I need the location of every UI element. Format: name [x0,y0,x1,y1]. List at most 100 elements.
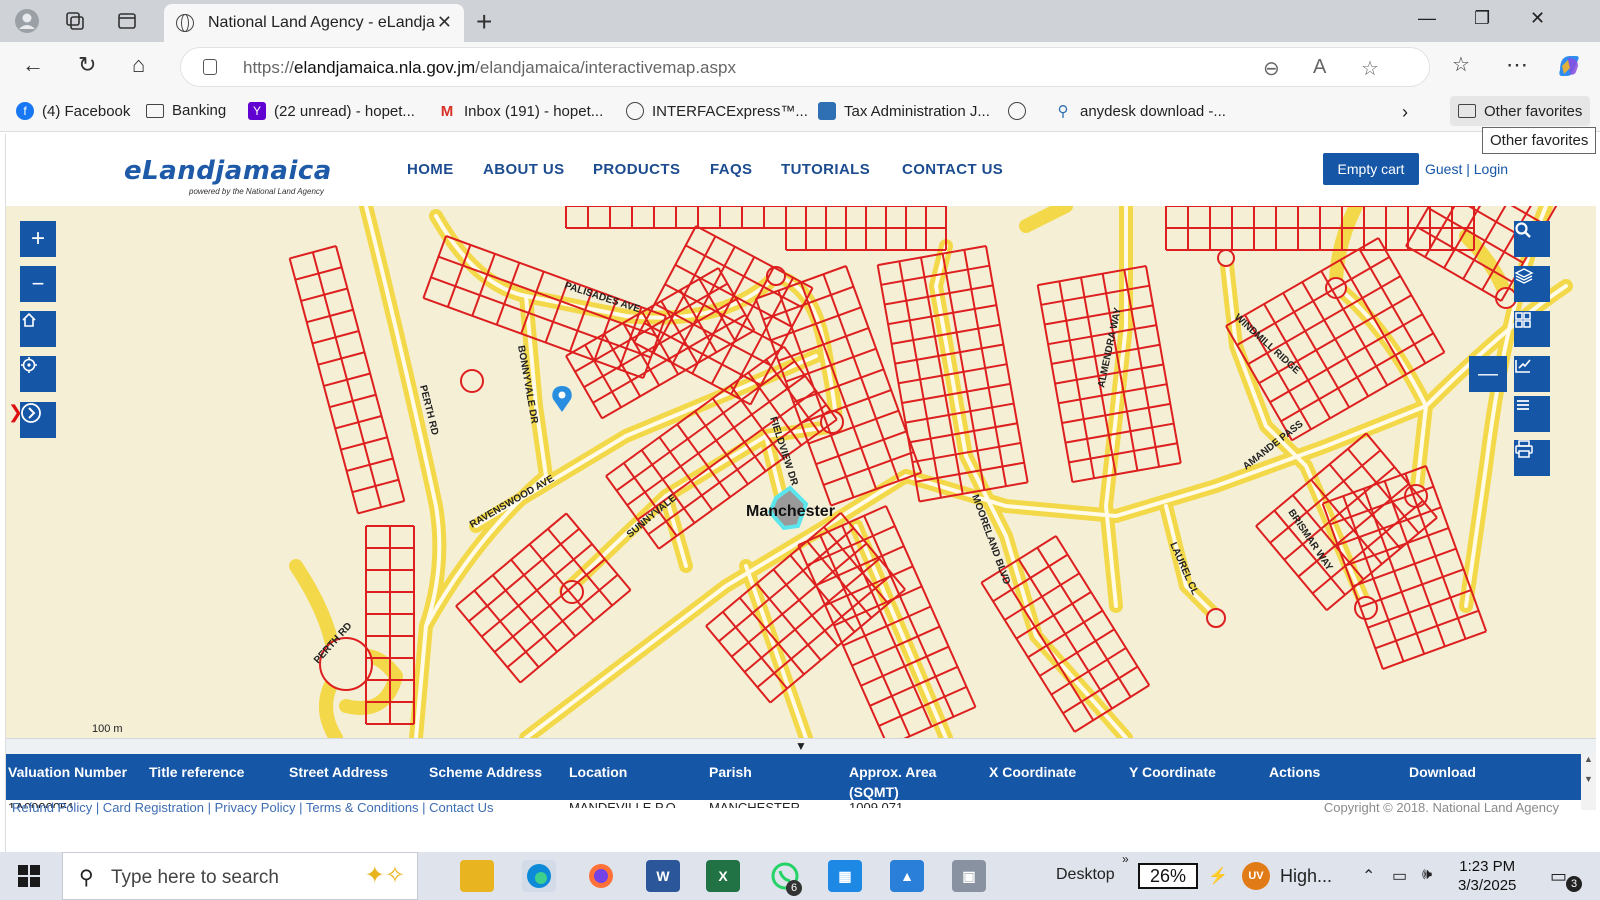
system-clock[interactable]: 1:23 PM 3/3/2025 [1458,857,1516,895]
file-explorer-icon[interactable] [460,860,494,892]
home-extent-button[interactable] [20,311,56,347]
zoom-out-button[interactable]: − [20,266,56,302]
clock-time: 1:23 PM [1459,858,1516,875]
copilot-icon[interactable] [1556,52,1582,84]
zoom-out-icon[interactable]: ⊖ [1263,56,1280,81]
globe-icon [176,14,194,32]
close-window-icon[interactable]: ✕ [1530,8,1545,29]
guest-login-link[interactable]: Guest | Login [1425,161,1508,177]
col-location[interactable]: Location [569,762,627,782]
search-button[interactable] [1514,221,1550,257]
parish-label: Manchester [746,503,835,520]
tray-overflow-icon[interactable]: ⌃ [1362,866,1375,886]
measure-button[interactable] [1514,356,1550,392]
nav-home[interactable]: HOME [407,161,454,178]
browser-tab-bar: National Land Agency - eLandjamaica ✕ + … [0,0,1600,42]
print-button[interactable] [1514,440,1550,476]
site-page: eLandjamaica powered by the National Lan… [5,134,1596,874]
collapse-results-toggle[interactable]: ▼ [6,738,1596,754]
bookmark-yahoo[interactable]: Y (22 unread) - hopet... [248,102,415,120]
restore-icon[interactable]: ❐ [1474,8,1490,29]
col-approx-area[interactable]: Approx. Area (SQMT) [849,762,959,802]
basemap-button[interactable] [1514,311,1550,347]
battery-icon[interactable]: ▭ [1392,866,1407,886]
nav-contact-us[interactable]: CONTACT US [902,161,1003,178]
address-toolbar: ← ↻ ⌂ https://elandjamaica.nla.gov.jm/el… [0,42,1600,92]
minimize-icon[interactable]: — [1418,8,1436,29]
edge-icon[interactable] [522,860,556,892]
home-icon[interactable]: ⌂ [132,52,145,78]
crosshair-icon [21,357,37,373]
other-favorites-button[interactable]: Other favorites [1450,96,1591,126]
col-y-coordinate[interactable]: Y Coordinate [1129,762,1216,782]
expand-panel-button[interactable] [20,402,56,438]
tab-actions-icon[interactable] [114,8,140,34]
col-valuation-number[interactable]: Valuation Number [8,762,127,782]
desktop-toolbar-label[interactable]: Desktop [1056,866,1115,884]
col-x-coordinate[interactable]: X Coordinate [989,762,1076,782]
photos-icon[interactable]: ▲ [890,860,924,892]
zoom-in-button[interactable]: + [20,221,56,257]
avatar[interactable]: UV [1242,862,1270,890]
bookmark-interfacexpress[interactable]: INTERFACExpress™... [626,102,808,120]
excel-icon[interactable]: X [706,860,740,892]
map-pin-icon[interactable] [552,386,572,412]
chevron-right-icon[interactable]: › [1402,102,1408,123]
nav-products[interactable]: PRODUCTS [593,161,680,178]
clock-date: 3/3/2025 [1458,877,1517,894]
close-tab-icon[interactable]: ✕ [437,12,452,33]
weather-text[interactable]: High... [1280,866,1332,887]
firefox-icon[interactable] [584,860,618,892]
more-icon[interactable]: ⋯ [1506,52,1528,78]
read-aloud-icon[interactable]: A [1313,56,1326,79]
other-favorites-label: Other favorites [1484,102,1583,120]
locate-button[interactable] [20,356,56,392]
bookmark-banking[interactable]: Banking [146,102,226,119]
store-icon[interactable]: ▦ [828,860,862,892]
home-icon [22,312,36,327]
results-scrollbar[interactable]: ▲ ▼ [1581,754,1596,810]
collapse-toolbar-button[interactable]: — [1469,356,1507,392]
windows-start-icon[interactable] [18,865,40,887]
bookmark-anydesk[interactable]: ⚲ anydesk download -... [1054,102,1226,121]
col-scheme-address[interactable]: Scheme Address [429,762,542,782]
chevron-icon[interactable]: » [1122,852,1129,866]
volume-icon[interactable]: 🕪 [1422,866,1432,884]
profile-icon[interactable] [14,8,40,34]
col-actions: Actions [1269,764,1321,780]
favorite-star-icon[interactable]: ☆ [1361,56,1379,81]
battery-indicator[interactable]: 26% [1138,863,1198,889]
notification-icon[interactable]: ▭ [1550,866,1567,887]
nav-about-us[interactable]: ABOUT US [483,161,565,178]
col-street-address[interactable]: Street Address [289,762,388,782]
new-tab-icon[interactable]: + [476,6,492,38]
network-app-icon[interactable]: ▣ [952,860,986,892]
word-icon[interactable]: W [646,860,680,892]
map-canvas[interactable]: PALISADES AVE BONNYVALE DR PERTH RD RAVE… [6,206,1596,738]
layers-button[interactable] [1514,266,1550,302]
interactive-map[interactable]: PALISADES AVE BONNYVALE DR PERTH RD RAVE… [6,206,1596,738]
bookmark-tax-administration[interactable]: Tax Administration J... [818,102,990,120]
refresh-icon[interactable]: ↻ [78,52,96,78]
list-icon [1517,400,1529,410]
bookmark-facebook[interactable]: f (4) Facebook [16,102,130,120]
site-logo[interactable]: eLandjamaica [124,156,332,186]
plug-icon: ⚡ [1208,868,1228,885]
active-tab[interactable]: National Land Agency - eLandjamaica ✕ [164,4,464,42]
col-parish[interactable]: Parish [709,762,752,782]
col-title-reference[interactable]: Title reference [149,762,244,782]
list-button[interactable] [1514,396,1550,432]
workspaces-icon[interactable] [62,8,88,34]
empty-cart-button[interactable]: Empty cart [1323,153,1419,185]
address-bar[interactable]: https://elandjamaica.nla.gov.jm/elandjam… [180,47,1430,87]
site-icon [818,102,836,120]
taskbar-search-box[interactable]: ⚲ Type here to search ✦✧ [62,852,418,900]
nav-tutorials[interactable]: TUTORIALS [781,161,870,178]
bookmark-globe[interactable] [1008,102,1034,120]
print-icon [1515,440,1533,458]
back-icon[interactable]: ← [22,52,44,78]
favorites-icon[interactable]: ☆ [1452,52,1470,77]
search-icon: ⚲ [79,867,94,889]
nav-faqs[interactable]: FAQS [710,161,752,178]
bookmark-gmail[interactable]: M Inbox (191) - hopet... [438,102,604,120]
